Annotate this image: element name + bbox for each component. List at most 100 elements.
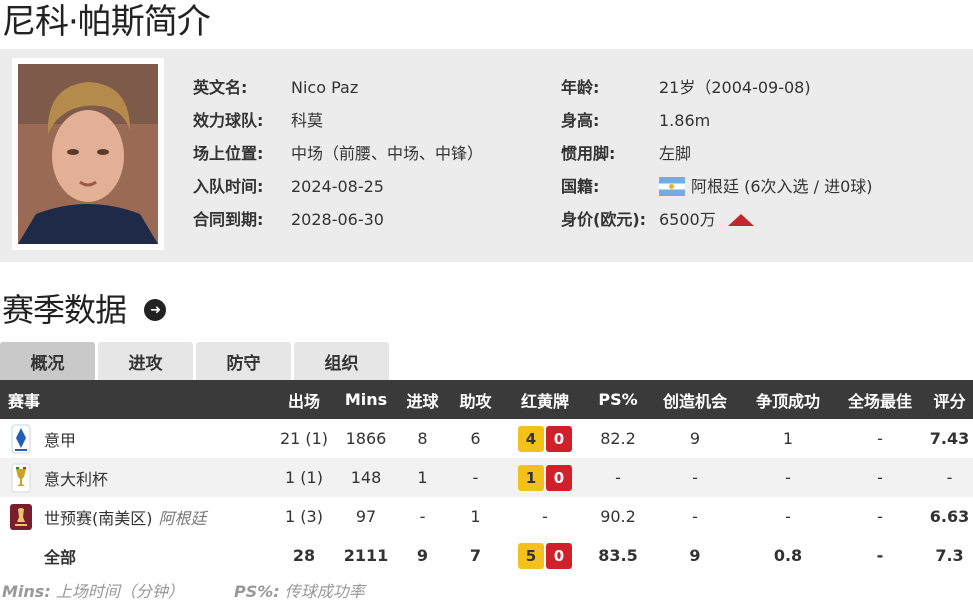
competition-link[interactable]: 意甲 [44, 427, 76, 451]
profile-info-right: 年龄: 21岁（2004-09-08) 身高: 1.86m 惯用脚: 左脚 国籍: 阿根… [561, 71, 873, 236]
table-header-row: 赛事 出场 Mins 进球 助攻 红黄牌 PS% 创造机会 争顶成功 全场最佳 … [0, 380, 973, 419]
col-header[interactable]: 助攻 [449, 380, 502, 419]
col-header[interactable]: 赛事 [0, 380, 272, 419]
legend-key: PS%: [234, 582, 280, 601]
col-header[interactable]: 进球 [396, 380, 449, 419]
info-label: 入队时间: [193, 176, 264, 196]
tab-organize[interactable]: 组织 [294, 342, 389, 380]
cell-chances: - [648, 458, 742, 497]
info-row-position: 场上位置: 中场（前腰、中场、中锋） [193, 137, 483, 170]
player-photo-frame [12, 58, 164, 250]
cell-motm: - [877, 429, 883, 448]
red-card-badge: 0 [546, 425, 572, 452]
cell-ps: 82.2 [600, 429, 636, 448]
info-row-foot: 惯用脚: 左脚 [561, 137, 873, 170]
cell-assists: - [449, 458, 502, 497]
season-stats-table: 赛事 出场 Mins 进球 助攻 红黄牌 PS% 创造机会 争顶成功 全场最佳 … [0, 380, 973, 575]
info-value: 1.86m [659, 110, 711, 130]
competition-team-label: 阿根廷 [158, 508, 207, 528]
info-label: 身高: [561, 110, 600, 130]
cell-apps: 1 (1) [272, 458, 336, 497]
info-value: 6500万 [659, 209, 716, 229]
legend-text: 上场时间（分钟） [55, 582, 184, 601]
cell-aerials: - [742, 458, 834, 497]
cell-goals: 8 [417, 429, 428, 448]
info-value: 左脚 [659, 143, 692, 163]
section-title-text: 赛季数据 [2, 291, 127, 329]
legend-key: Mins: [2, 582, 51, 601]
player-portrait-graphic [18, 64, 158, 244]
info-row-contract-end: 合同到期: 2028-06-30 [193, 203, 483, 236]
cell-apps: 21 (1) [279, 429, 329, 448]
col-header[interactable]: 评分 [926, 380, 973, 419]
argentina-flag-icon [659, 177, 685, 196]
cell-chances: - [692, 507, 698, 526]
cell-rating: 6.63 [929, 507, 970, 526]
yellow-card-badge: 5 [518, 542, 544, 569]
cell-cards: 10 [502, 458, 588, 497]
info-row-market-value: 身价(欧元): 6500万 [561, 203, 873, 236]
coppa-italia-logo-icon [10, 463, 32, 493]
competition-link[interactable]: 意大利杯 [44, 466, 108, 490]
col-header[interactable]: 红黄牌 [502, 380, 588, 419]
cell-motm: - [834, 458, 926, 497]
page-title: 尼科·帕斯简介 [2, 2, 211, 42]
tab-attack[interactable]: 进攻 [98, 342, 193, 380]
cell-rating: 7.43 [929, 429, 970, 448]
tab-overview[interactable]: 概况 [0, 342, 95, 380]
info-row-nationality: 国籍: 阿根廷 (6次入选 / 进0球) [561, 170, 873, 203]
info-row-height: 身高: 1.86m [561, 104, 873, 137]
red-card-badge: 0 [546, 542, 572, 569]
info-row-team: 效力球队: 科莫 [193, 104, 483, 137]
world-cup-qualifier-logo-icon [10, 502, 32, 532]
cell-apps: 1 (3) [285, 507, 323, 526]
info-label: 国籍: [561, 176, 600, 196]
cell-ps: 90.2 [600, 507, 636, 526]
cell-motm: - [877, 507, 883, 526]
cell-mins: 97 [355, 507, 377, 526]
col-header[interactable]: 争顶成功 [742, 380, 834, 419]
total-label: 全部 [44, 547, 77, 567]
cell-ps: - [588, 458, 648, 497]
col-header[interactable]: 创造机会 [648, 380, 742, 419]
cell-aerials: 0.8 [773, 546, 803, 565]
circle-arrow-right-icon[interactable]: ➜ [144, 299, 167, 321]
table-legend: Mins: 上场时间（分钟） PS%: 传球成功率 [2, 578, 365, 602]
player-profile-card: 英文名: Nico Paz 效力球队: 科莫 场上位置: 中场（前腰、中场、中锋） 入… [0, 49, 973, 262]
cell-mins: 1866 [345, 429, 387, 448]
info-label: 英文名: [193, 77, 248, 97]
cell-goals: - [419, 507, 426, 526]
info-row-age: 年龄: 21岁（2004-09-08) [561, 71, 873, 104]
info-row-english-name: 英文名: Nico Paz [193, 71, 483, 104]
info-label: 身价(欧元): [561, 209, 647, 229]
col-header[interactable]: PS% [588, 380, 648, 419]
tab-defense[interactable]: 防守 [196, 342, 291, 380]
info-value: 中场（前腰、中场、中锋） [291, 143, 484, 163]
profile-info-left: 英文名: Nico Paz 效力球队: 科莫 场上位置: 中场（前腰、中场、中锋） 入… [193, 71, 483, 236]
info-value: 21岁（2004-09-08) [659, 77, 811, 97]
col-header[interactable]: 全场最佳 [834, 380, 926, 419]
red-card-badge: 0 [546, 464, 572, 491]
legend-text: 传球成功率 [284, 582, 365, 601]
stats-tabs: 概况 进攻 防守 组织 [0, 342, 392, 380]
info-row-join-date: 入队时间: 2024-08-25 [193, 170, 483, 203]
serie-a-logo-icon [10, 424, 32, 454]
col-header[interactable]: Mins [336, 380, 396, 419]
info-label: 场上位置: [193, 143, 264, 163]
nationality-link[interactable]: 阿根廷 (6次入选 / 进0球) [691, 174, 873, 200]
table-row: 世预赛(南美区) 阿根廷 1 (3) 97 - 1 - 90.2 - - - 6… [0, 497, 973, 536]
info-value: Nico Paz [291, 77, 359, 97]
cell-mins: 148 [336, 458, 396, 497]
trend-up-icon [727, 213, 754, 226]
cell-assists: 1 [470, 507, 481, 526]
cell-cards: - [542, 507, 548, 526]
cell-assists: 7 [469, 546, 482, 565]
competition-link[interactable]: 世预赛(南美区) [44, 505, 153, 529]
cell-ps: 83.5 [598, 546, 638, 565]
empty-logo-slot [10, 541, 32, 571]
team-link[interactable]: 科莫 [291, 108, 323, 134]
cell-chances: 9 [689, 429, 701, 448]
col-header[interactable]: 出场 [272, 380, 336, 419]
info-label: 效力球队: [193, 110, 264, 130]
yellow-card-badge: 4 [518, 425, 544, 452]
